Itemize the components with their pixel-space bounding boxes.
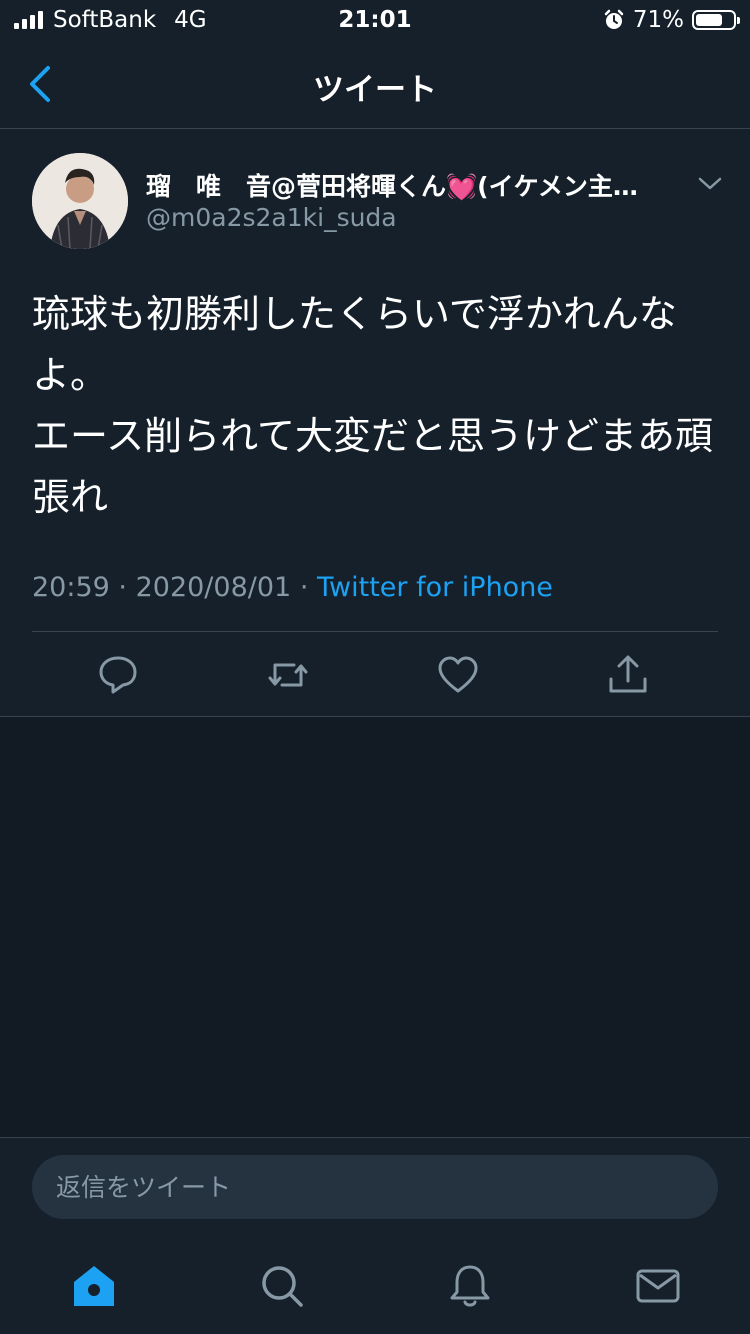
status-bar: SoftBank 4G 21:01 71% xyxy=(0,0,750,40)
alarm-icon xyxy=(604,9,624,29)
user-handle[interactable]: @m0a2s2a1ki_suda xyxy=(146,203,397,232)
tweet-meta: 20:59 · 2020/08/01 · Twitter for iPhone xyxy=(32,572,553,603)
chevron-down-icon[interactable] xyxy=(696,173,724,193)
notifications-icon[interactable] xyxy=(446,1262,494,1310)
tab-bar xyxy=(0,1234,750,1334)
page-title: ツイート xyxy=(313,72,437,108)
display-name[interactable]: 瑠 唯 音@菅田将暉くん💓(イケメン主… xyxy=(146,167,686,203)
tweet-actions xyxy=(0,653,750,701)
messages-icon[interactable] xyxy=(634,1262,682,1310)
search-icon[interactable] xyxy=(258,1262,306,1310)
meta-separator-2: · xyxy=(299,572,309,603)
tweet-detail: 瑠 唯 音@菅田将暉くん💓(イケメン主… @m0a2s2a1ki_suda 琉球… xyxy=(0,129,750,717)
heart-emoji: 💓 xyxy=(446,172,478,201)
reply-icon[interactable] xyxy=(96,653,140,697)
avatar-image xyxy=(32,153,128,249)
battery-percent: 71% xyxy=(632,7,684,33)
divider xyxy=(32,631,718,632)
share-icon[interactable] xyxy=(606,653,650,697)
reply-input[interactable] xyxy=(32,1155,718,1219)
nav-header: ツイート xyxy=(0,40,750,129)
avatar[interactable] xyxy=(32,153,128,249)
empty-area xyxy=(0,717,750,1137)
battery-level xyxy=(696,14,722,26)
retweet-icon[interactable] xyxy=(266,653,310,697)
home-icon[interactable] xyxy=(70,1262,118,1310)
tweet-source-link[interactable]: Twitter for iPhone xyxy=(317,572,553,603)
battery-icon xyxy=(692,10,740,30)
display-name-text: 瑠 唯 音@菅田将暉くん xyxy=(146,172,447,201)
status-right: 71% xyxy=(603,7,740,33)
tweet-date: 2020/08/01 xyxy=(135,572,292,603)
display-name-suffix: (イケメン主… xyxy=(477,172,638,201)
reply-bar xyxy=(0,1137,750,1234)
like-icon[interactable] xyxy=(436,653,480,697)
meta-separator: · xyxy=(118,572,127,603)
tweet-time: 20:59 xyxy=(32,572,110,603)
tweet-text: 琉球も初勝利したくらいで浮かれんなよ。 エース削られて大変だと思うけどまあ頑張れ xyxy=(32,292,713,519)
